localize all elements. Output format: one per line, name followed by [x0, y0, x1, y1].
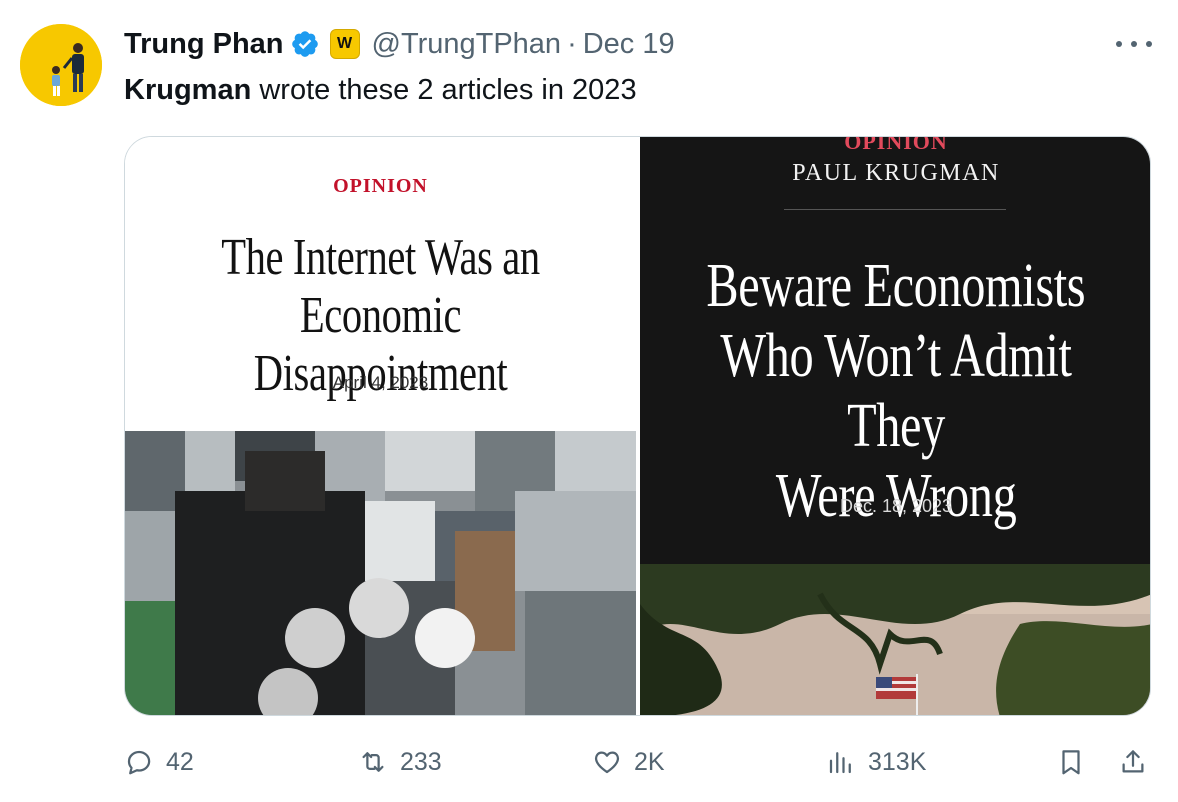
right-article-date: Dec. 18, 2023: [839, 496, 953, 516]
right-headline-line2: Who Won’t Admit They: [720, 322, 1072, 460]
affiliate-badge[interactable]: W: [329, 29, 360, 59]
tweet-header: Trung Phan W @TrungTPhan · Dec 19: [124, 26, 675, 62]
author-name[interactable]: Trung Phan: [124, 28, 284, 61]
profile-avatar[interactable]: [20, 24, 102, 106]
views-count: 313K: [868, 747, 927, 776]
more-dot: [1146, 41, 1152, 47]
like-count: 2K: [634, 747, 665, 776]
bookmark-button[interactable]: [1056, 744, 1086, 780]
views-button[interactable]: 313K: [826, 744, 926, 780]
reply-icon: [127, 750, 151, 775]
tweet-date[interactable]: Dec 19: [583, 28, 675, 61]
author-handle[interactable]: @TrungTPhan: [372, 28, 562, 61]
right-author: PAUL KRUGMAN: [792, 160, 1000, 186]
right-headline-line1: Beware Economists: [706, 252, 1086, 320]
more-dot: [1116, 41, 1122, 47]
left-headline-line1: The Internet Was an Economic: [221, 229, 540, 344]
tweet-text: Krugman wrote these 2 articles in 2023: [124, 74, 637, 107]
share-icon: [1122, 750, 1144, 773]
right-rule: [784, 209, 1006, 210]
tweet-text-rest: wrote these 2 articles in 2023: [251, 74, 637, 106]
heart-icon: [594, 751, 620, 774]
tweet-action-bar: 42 233 2K 313K: [124, 744, 1154, 780]
reply-count: 42: [166, 747, 194, 776]
right-section-label: OPINION: [844, 137, 948, 154]
tweet-text-bold: Krugman: [124, 74, 252, 106]
more-dot: [1131, 41, 1137, 47]
media-image-left[interactable]: OPINION The Internet Was an Economic Dis…: [125, 137, 636, 715]
more-options-icon[interactable]: [1116, 34, 1152, 54]
verified-badge-icon[interactable]: [290, 29, 320, 59]
avatar-illustration: [20, 24, 102, 106]
separator-dot: ·: [567, 27, 577, 60]
bookmark-icon: [1062, 750, 1080, 775]
media-grid: OPINION The Internet Was an Economic Dis…: [124, 136, 1151, 716]
left-article-date: April 4, 2023: [332, 373, 429, 392]
retweet-icon: [362, 752, 384, 772]
left-pixelated-photo: [125, 431, 636, 715]
retweet-count: 233: [400, 747, 442, 776]
right-tree-photo: [640, 564, 1150, 715]
reply-button[interactable]: 42: [124, 744, 194, 780]
retweet-button[interactable]: 233: [358, 744, 442, 780]
left-section-label: OPINION: [333, 175, 428, 197]
media-image-right[interactable]: OPINION PAUL KRUGMAN Beware Economists W…: [640, 137, 1150, 715]
share-button[interactable]: [1118, 744, 1148, 780]
like-button[interactable]: 2K: [592, 744, 665, 780]
views-chart-icon: [829, 752, 851, 774]
right-headline: Beware Economists Who Won’t Admit They W…: [640, 251, 1150, 531]
